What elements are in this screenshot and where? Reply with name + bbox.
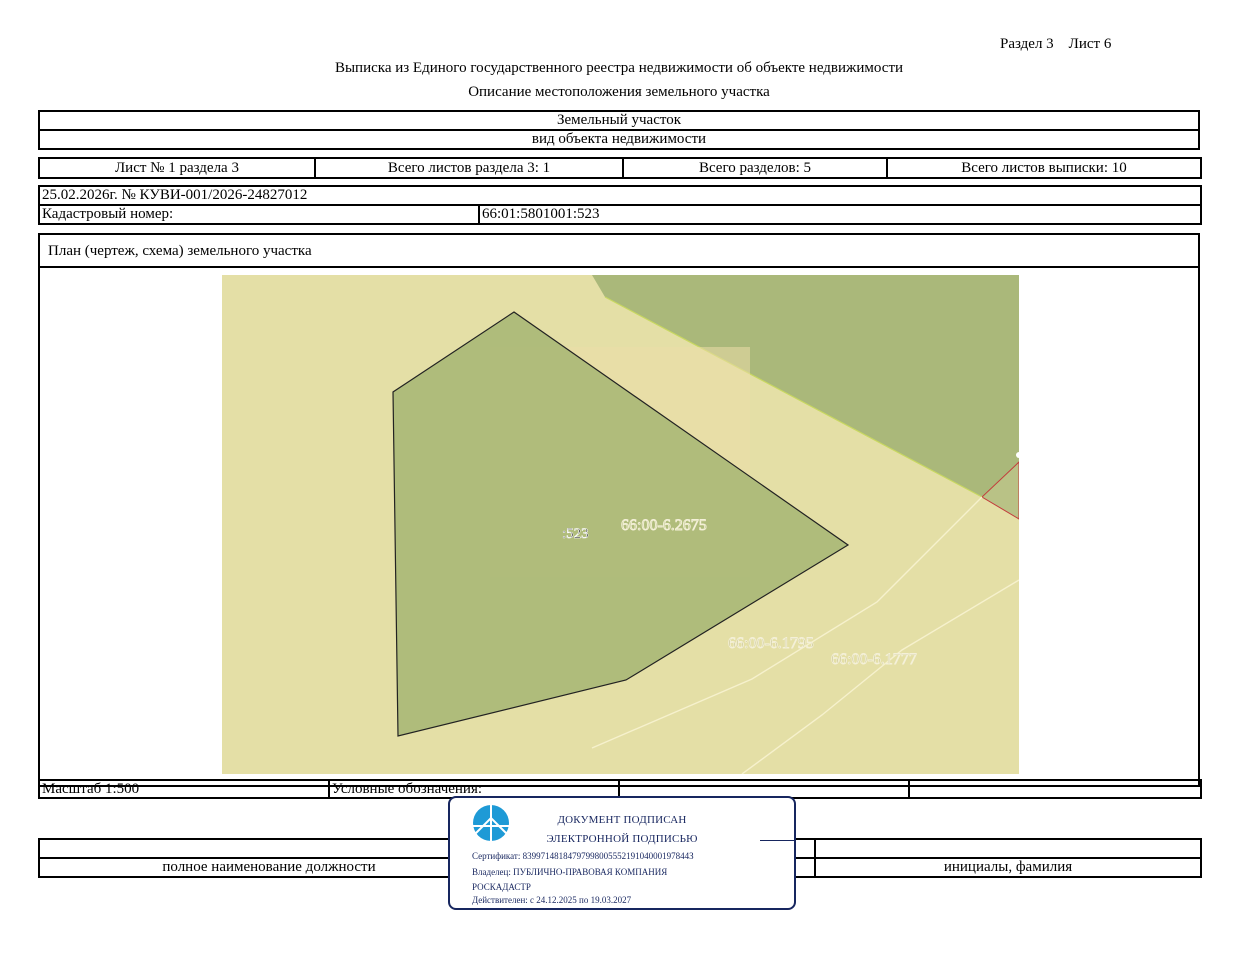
e-signature-stamp: ДОКУМЕНТ ПОДПИСАН ЭЛЕКТРОННОЙ ПОДПИСЬЮ С… <box>448 796 796 910</box>
stamp-divider <box>760 840 796 841</box>
cadastral-map: :523 66:00-6.2675 66:00-6.1795 66:00-6.1… <box>222 275 1019 774</box>
stamp-valid: Действителен: с 24.12.2025 по 19.03.2027 <box>472 895 632 905</box>
signature-cell-name <box>814 838 1202 859</box>
zone-label-a: 66:00-6.1795 <box>728 635 814 652</box>
document-subtitle: Описание местоположения земельного участ… <box>468 84 770 100</box>
stamp-owner: Владелец: ПУБЛИЧНО-ПРАВОВАЯ КОМПАНИЯ <box>472 867 668 877</box>
zone-label-main: 66:00-6.2675 <box>621 517 707 534</box>
total-sections: Всего разделов: 5 <box>622 157 888 179</box>
record-date-number: 25.02.2026г. № КУВИ-001/2026-24827012 <box>38 185 1202 206</box>
parcel-label: :523 <box>562 526 589 542</box>
object-type: Земельный участок <box>38 110 1200 131</box>
total-sheets: Всего листов выписки: 10 <box>886 157 1202 179</box>
document-title: Выписка из Единого государственного реес… <box>334 60 904 76</box>
record-table: 25.02.2026г. № КУВИ-001/2026-24827012 Ка… <box>38 185 1202 225</box>
sheets-table: Лист № 1 раздела 3 Всего листов раздела … <box>38 157 1202 179</box>
stamp-line-2: ЭЛЕКТРОННОЙ ПОДПИСЬЮ <box>546 833 698 845</box>
plan-box: План (чертеж, схема) земельного участка … <box>38 233 1200 787</box>
plan-heading: План (чертеж, схема) земельного участка <box>40 235 1198 268</box>
sheet-of-section: Лист № 1 раздела 3 <box>38 157 316 179</box>
sheet-number: Раздел 3 Лист 6 <box>1000 36 1112 52</box>
name-caption: инициалы, фамилия <box>814 857 1202 878</box>
object-type-table: Земельный участок вид объекта недвижимос… <box>38 110 1200 150</box>
stamp-line-1: ДОКУМЕНТ ПОДПИСАН <box>557 814 687 826</box>
sheets-in-section: Всего листов раздела 3: 1 <box>314 157 624 179</box>
cadastral-value: 66:01:5801001:523 <box>478 204 1202 225</box>
signature-cell-position <box>38 838 500 859</box>
stamp-owner-cont: РОСКАДАСТР <box>472 882 531 892</box>
position-caption: полное наименование должности <box>38 857 500 878</box>
cadastral-label: Кадастровый номер: <box>38 204 480 225</box>
scale: Масштаб 1:500 <box>38 779 330 799</box>
legend-cell-2 <box>908 779 1202 799</box>
object-type-caption: вид объекта недвижимости <box>38 129 1200 150</box>
stamp-certificate: Сертификат: 8399714818479799800555219104… <box>472 851 694 861</box>
zone-label-b: 66:00-6.1777 <box>831 651 917 668</box>
